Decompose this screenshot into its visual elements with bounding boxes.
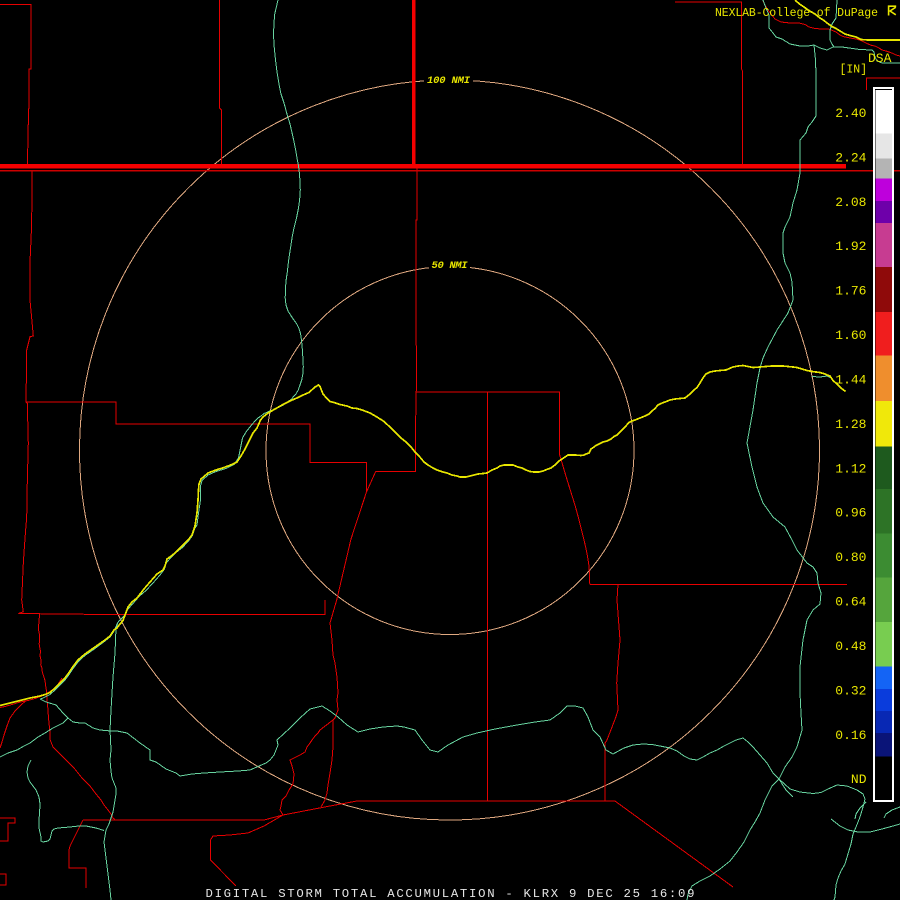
svg-text:1.28: 1.28 <box>835 417 866 432</box>
svg-text:DSA: DSA <box>868 51 892 66</box>
svg-text:1.12: 1.12 <box>835 461 866 476</box>
svg-text:0.80: 0.80 <box>835 550 866 565</box>
svg-text:1.60: 1.60 <box>835 328 866 343</box>
svg-text:[IN]: [IN] <box>840 64 868 77</box>
svg-text:1.92: 1.92 <box>835 239 866 254</box>
svg-text:0.16: 0.16 <box>835 728 866 743</box>
svg-text:2.08: 2.08 <box>835 195 866 210</box>
svg-text:0.32: 0.32 <box>835 683 866 698</box>
svg-text:0.96: 0.96 <box>835 506 866 521</box>
svg-text:2.24: 2.24 <box>835 151 866 166</box>
svg-text:1.76: 1.76 <box>835 284 866 299</box>
svg-text:100 NMI: 100 NMI <box>427 75 471 87</box>
svg-text:DIGITAL STORM TOTAL ACCUMULATI: DIGITAL STORM TOTAL ACCUMULATION - KLRX … <box>206 887 695 900</box>
svg-text:NEXLAB-College of DuPage: NEXLAB-College of DuPage <box>715 7 878 20</box>
svg-text:2.40: 2.40 <box>835 106 866 121</box>
svg-text:1.44: 1.44 <box>835 372 866 387</box>
svg-text:0.48: 0.48 <box>835 639 866 654</box>
svg-text:ND: ND <box>851 772 867 787</box>
svg-text:0.64: 0.64 <box>835 595 866 610</box>
svg-text:50 NMI: 50 NMI <box>432 260 469 272</box>
